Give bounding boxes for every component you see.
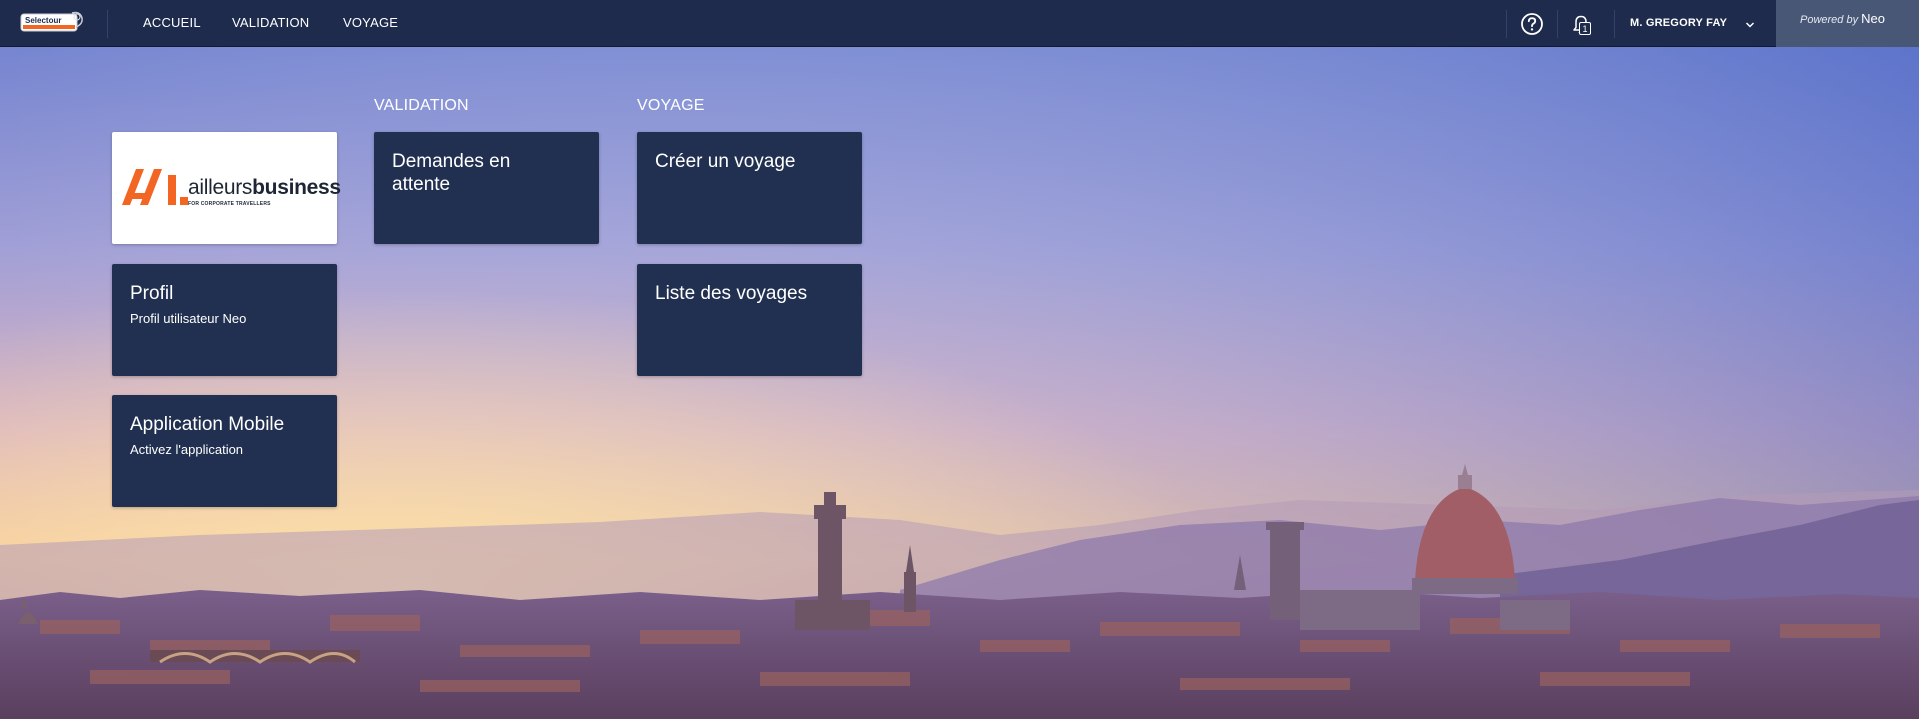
powered-by-label: Powered by [1800,14,1859,26]
user-menu-toggle[interactable] [1744,18,1756,30]
ailleurs-business-logo-icon [122,169,188,205]
brand-name-light: ailleurs [188,176,253,199]
brand-name-bold: business [252,176,341,199]
tile-profil-title: Profil [130,283,174,304]
chevron-down-icon [1745,22,1755,28]
section-title-validation: VALIDATION [374,97,469,114]
nav-accueil[interactable]: ACCUEIL [143,15,201,30]
help-button[interactable] [1519,11,1545,37]
tile-trip-list-title: Liste des voyages [655,283,808,304]
brand-tile-ailleurs-business[interactable]: ailleursbusiness FOR CORPORATE TRAVELLER… [112,132,341,244]
brand-name: ailleursbusiness [188,176,341,200]
selectour-logo-icon: Selectour [20,11,83,32]
help-icon [1521,13,1543,35]
tile-profil-subtitle: Profil utilisateur Neo [130,311,247,326]
selectour-logo-text: Selectour [25,16,61,25]
powered-by-brand: Neo [1861,11,1885,26]
tile-create-trip-title: Créer un voyage [655,151,796,172]
tile-profil[interactable]: Profil Profil utilisateur Neo [112,264,337,376]
section-title-voyage: VOYAGE [637,97,705,114]
tile-application-mobile[interactable]: Application Mobile Activez l'application [112,395,337,507]
selectour-logo[interactable]: Selectour [20,9,84,37]
tile-mobile-title: Application Mobile [130,414,285,435]
nav-validation[interactable]: VALIDATION [232,15,309,30]
nav-divider [107,10,108,38]
tile-liste-des-voyages[interactable]: Liste des voyages [637,264,862,376]
brand-tagline: FOR CORPORATE TRAVELLERS [188,201,271,207]
nav-voyage[interactable]: VOYAGE [343,15,398,30]
tile-creer-un-voyage[interactable]: Créer un voyage [637,132,862,244]
tile-mobile-subtitle: Activez l'application [130,442,244,457]
tile-demandes-en-attente[interactable]: Demandes en attente [374,132,599,244]
toolbar-divider [1557,10,1558,38]
top-navigation-bar: Selectour ACCUEIL VALIDATION VOYAGE 1 M.… [0,0,1919,47]
user-menu-name[interactable]: M. GREGORY FAY [1630,17,1727,29]
notification-count-badge: 1 [1579,22,1591,35]
toolbar-divider [1506,10,1507,38]
powered-by-neo: Powered by Neo [1776,0,1919,47]
toolbar-divider [1614,10,1615,38]
tile-pending-title: Demandes en attente [392,151,511,195]
